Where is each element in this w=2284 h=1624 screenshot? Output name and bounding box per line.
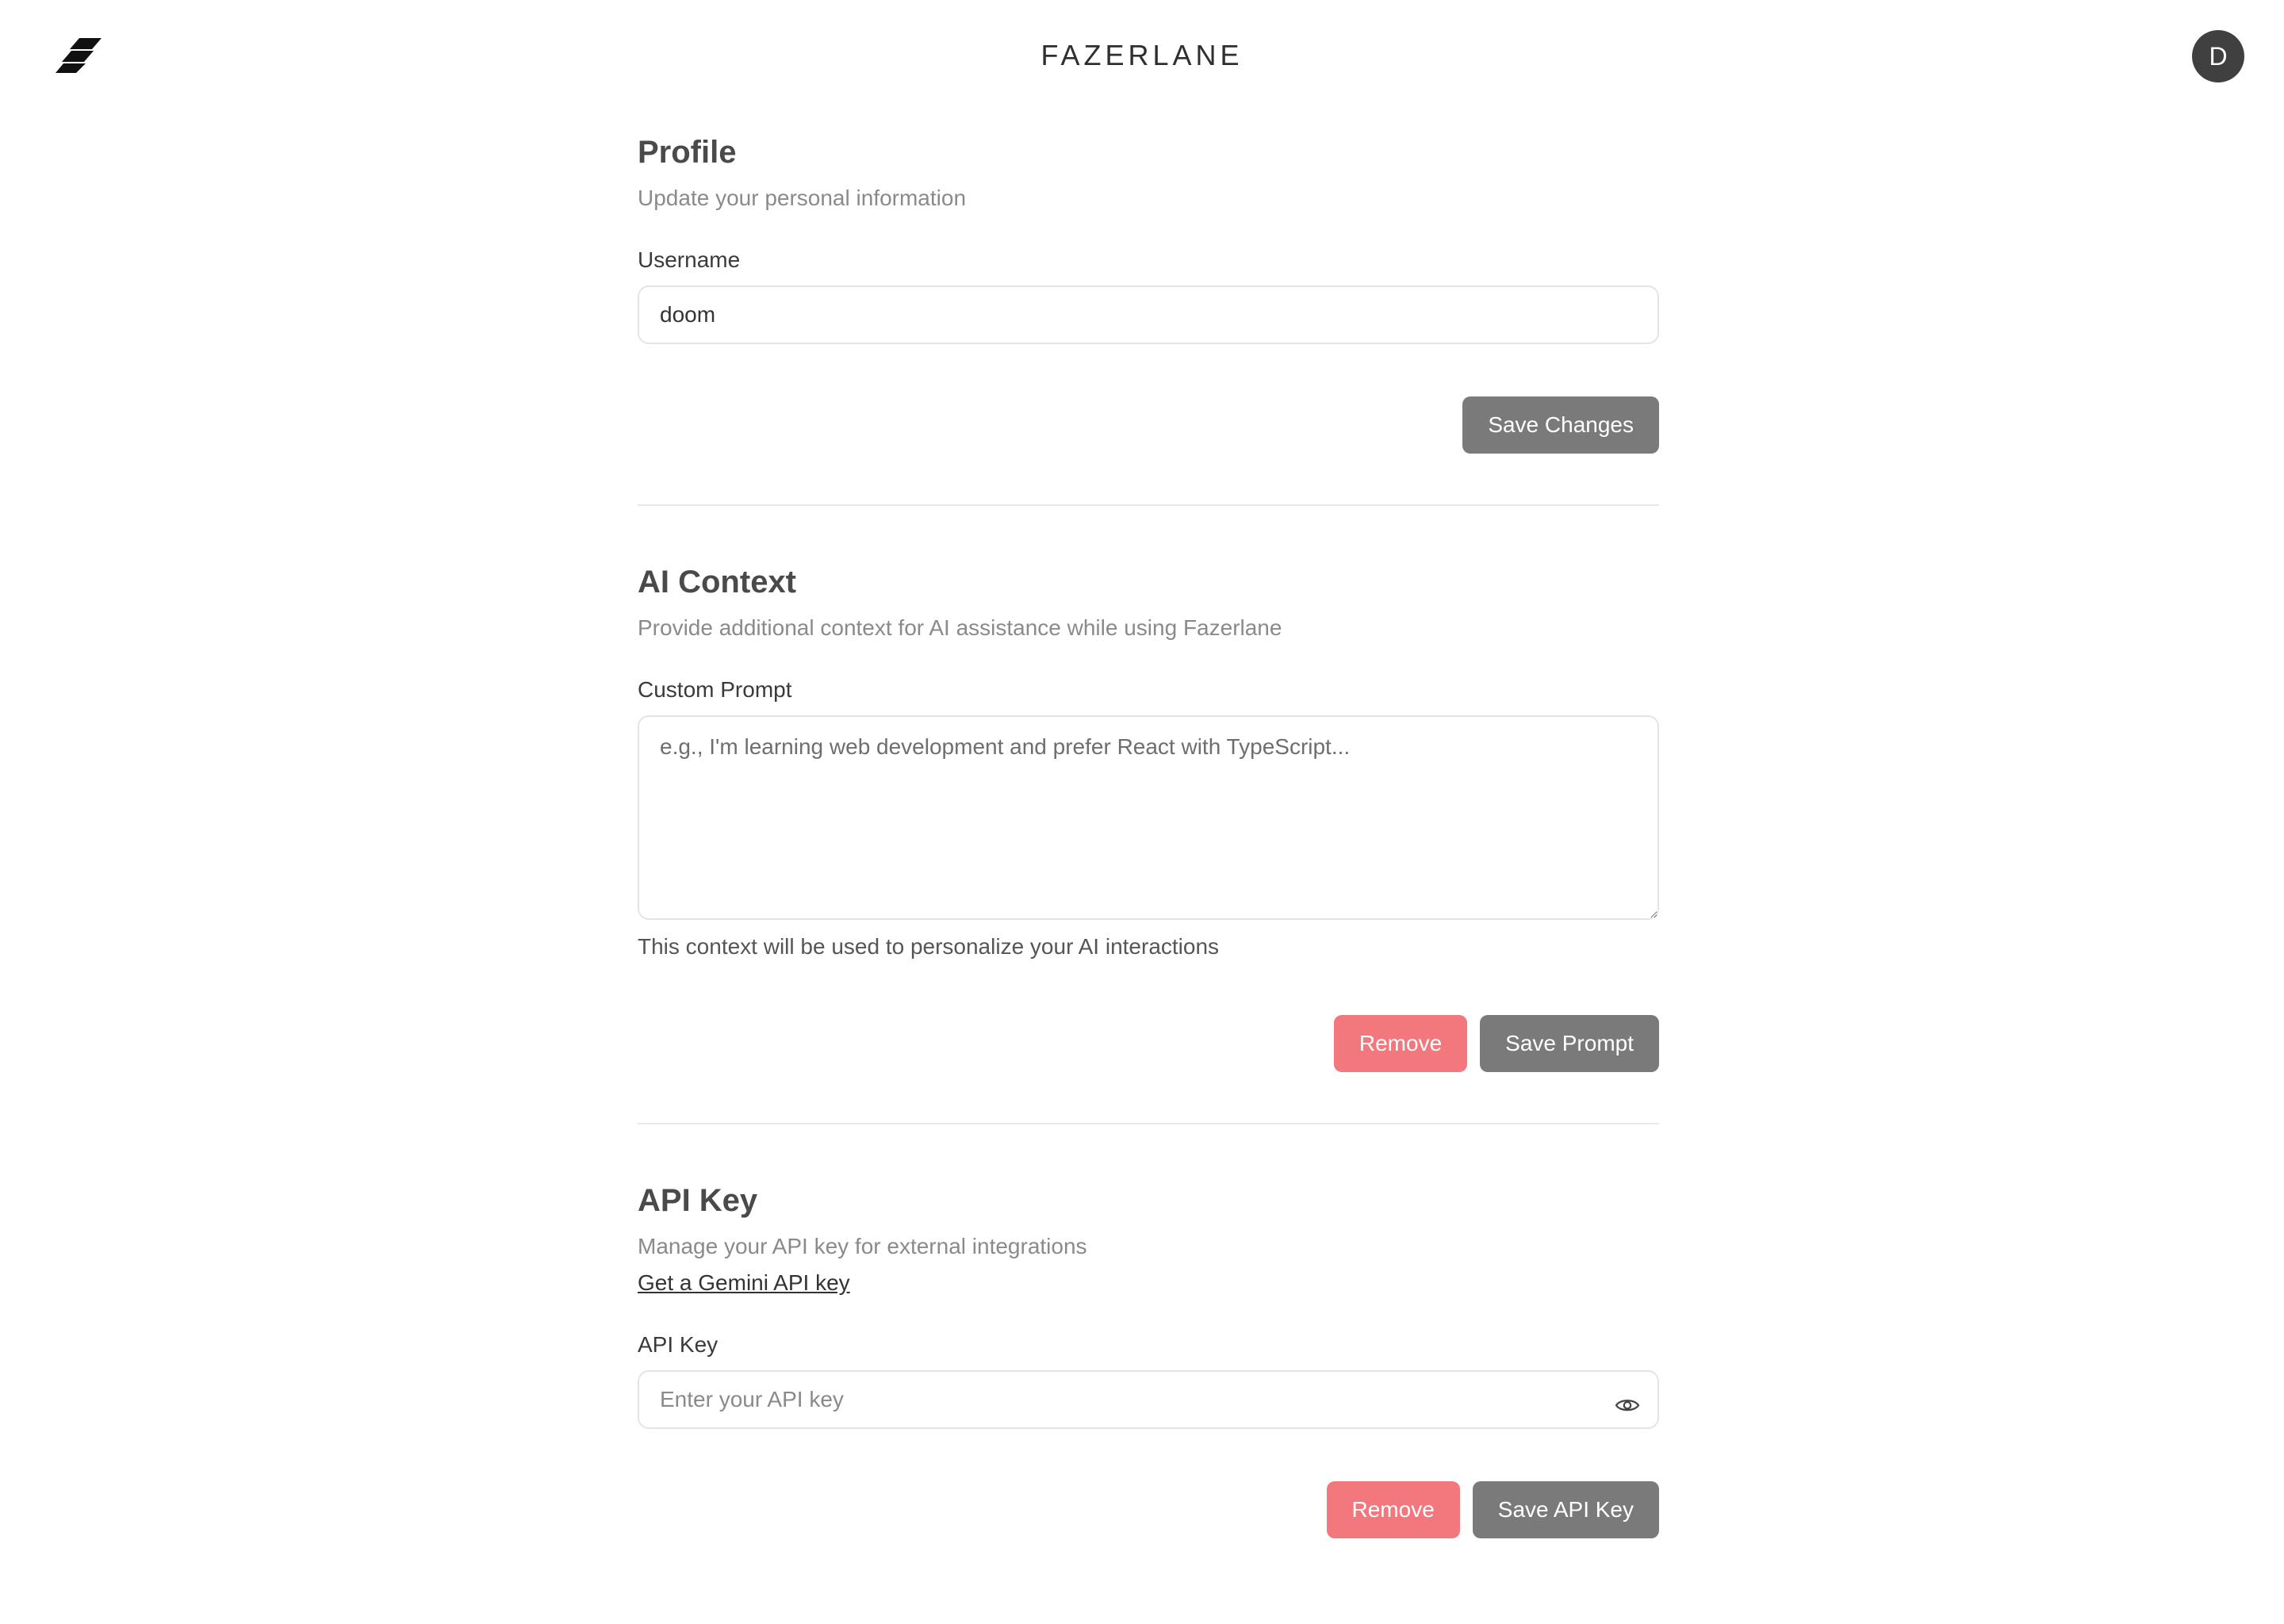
profile-title: Profile xyxy=(638,135,737,170)
ai-context-actions: Remove Save Prompt xyxy=(638,1015,1659,1072)
save-prompt-button[interactable]: Save Prompt xyxy=(1480,1015,1659,1072)
user-avatar[interactable]: D xyxy=(2192,30,2244,82)
api-key-actions: Remove Save API Key xyxy=(638,1481,1659,1538)
api-key-label: API Key xyxy=(638,1332,719,1357)
section-divider xyxy=(638,504,1659,506)
username-label: Username xyxy=(638,247,741,272)
remove-api-key-button[interactable]: Remove xyxy=(1326,1481,1460,1538)
profile-section: Profile Update your personal information… xyxy=(638,127,1659,454)
profile-subtitle: Update your personal information xyxy=(638,186,967,210)
section-divider xyxy=(638,1123,1659,1124)
settings-content: Profile Update your personal information… xyxy=(638,127,1659,1538)
api-key-input-wrap xyxy=(638,1370,1659,1429)
gemini-api-key-link[interactable]: Get a Gemini API key xyxy=(638,1267,850,1299)
api-key-title: API Key xyxy=(638,1183,758,1218)
custom-prompt-textarea[interactable] xyxy=(638,715,1659,920)
remove-prompt-button[interactable]: Remove xyxy=(1333,1015,1468,1072)
custom-prompt-label: Custom Prompt xyxy=(638,677,792,702)
api-key-input[interactable] xyxy=(638,1370,1659,1429)
api-key-subtitle: Manage your API key for external integra… xyxy=(638,1234,1087,1258)
ai-context-section: AI Context Provide additional context fo… xyxy=(638,557,1659,1072)
save-api-key-button[interactable]: Save API Key xyxy=(1472,1481,1659,1538)
save-changes-button[interactable]: Save Changes xyxy=(1462,396,1659,454)
api-key-section: API Key Manage your API key for external… xyxy=(638,1175,1659,1538)
custom-prompt-helper: This context will be used to personalize… xyxy=(638,934,1220,959)
username-input[interactable] xyxy=(638,285,1659,344)
ai-context-title: AI Context xyxy=(638,565,796,599)
brand-title: FAZERLANE xyxy=(1040,39,1244,71)
ai-context-subtitle: Provide additional context for AI assist… xyxy=(638,615,1282,640)
profile-actions: Save Changes xyxy=(638,396,1659,454)
eye-icon[interactable] xyxy=(1613,1391,1642,1419)
